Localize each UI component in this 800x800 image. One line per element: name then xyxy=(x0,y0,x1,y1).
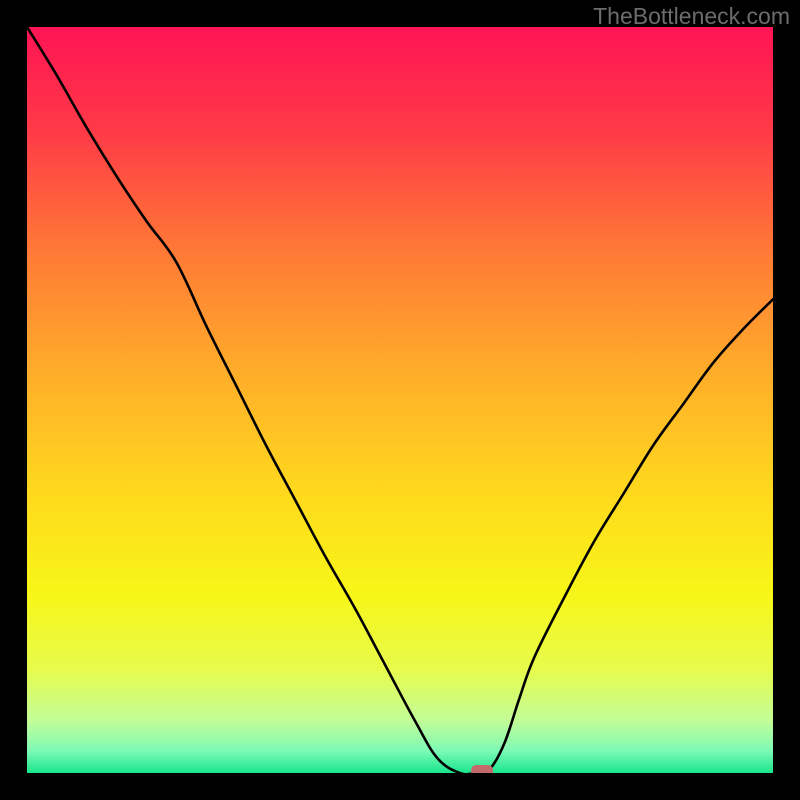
optimal-marker xyxy=(471,765,493,773)
chart-background-gradient xyxy=(27,27,773,773)
chart-plot-area xyxy=(27,27,773,773)
watermark-label: TheBottleneck.com xyxy=(593,3,790,30)
chart-svg xyxy=(27,27,773,773)
